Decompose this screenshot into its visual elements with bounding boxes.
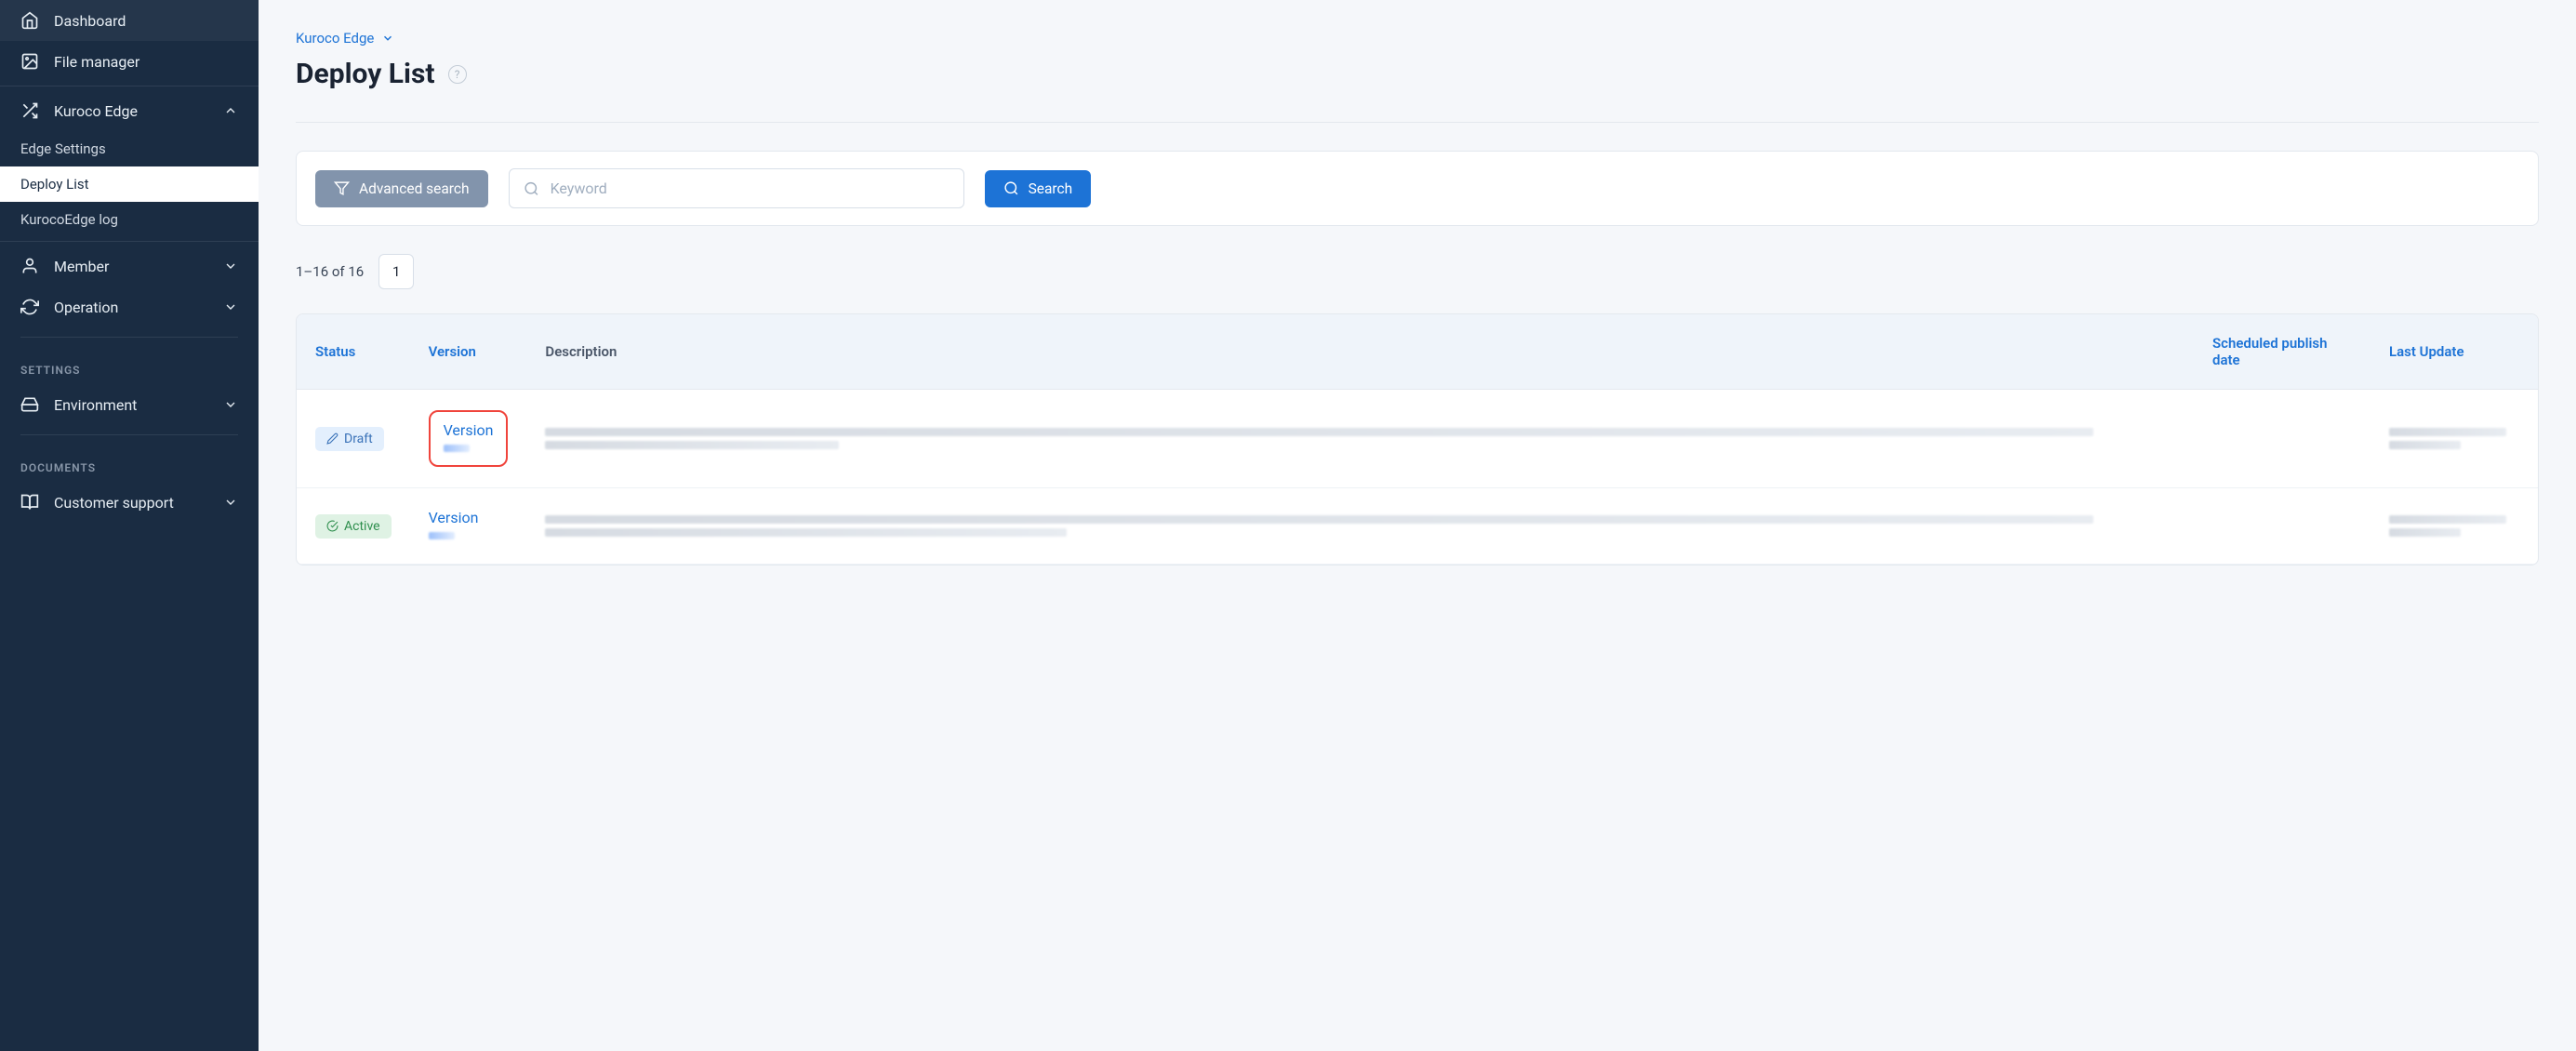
last-update-cell <box>2370 488 2538 565</box>
breadcrumb[interactable]: Kuroco Edge <box>296 30 2539 47</box>
chevron-up-icon <box>223 103 238 118</box>
home-icon <box>20 11 39 30</box>
table-row: Draft Version <box>297 390 2538 488</box>
scheduled-cell <box>2194 390 2370 488</box>
keyword-input[interactable] <box>509 168 964 208</box>
sidebar-item-member[interactable]: Member <box>0 246 259 286</box>
redacted <box>545 515 2093 524</box>
col-version[interactable]: Version <box>410 314 527 390</box>
button-label: Advanced search <box>359 180 470 197</box>
sidebar-subitem-deploy-list[interactable]: Deploy List <box>0 166 259 202</box>
sidebar-heading-documents: DOCUMENTS <box>0 445 259 482</box>
breadcrumb-label: Kuroco Edge <box>296 30 374 47</box>
drive-icon <box>20 395 39 414</box>
sidebar-item-kuroco-edge[interactable]: Kuroco Edge <box>0 90 259 131</box>
col-description: Description <box>526 314 2194 390</box>
divider <box>0 241 259 242</box>
col-last-update[interactable]: Last Update <box>2370 314 2538 390</box>
divider <box>296 122 2539 123</box>
search-panel: Advanced search Search <box>296 151 2539 226</box>
button-label: Search <box>1029 180 1073 197</box>
last-update-cell <box>2370 390 2538 488</box>
sidebar: Dashboard File manager Kuroco Edge Edge … <box>0 0 259 1051</box>
pagination: 1–16 of 16 1 <box>296 254 2539 289</box>
col-scheduled[interactable]: Scheduled publish date <box>2194 314 2370 390</box>
redacted <box>545 528 1067 537</box>
redacted <box>545 428 2093 436</box>
redacted <box>2389 528 2461 537</box>
page-title: Deploy List <box>296 58 435 90</box>
chevron-down-icon <box>223 495 238 510</box>
sidebar-subitem-edge-settings[interactable]: Edge Settings <box>0 131 259 166</box>
sidebar-item-operation[interactable]: Operation <box>0 286 259 327</box>
search-icon <box>1003 180 1019 196</box>
search-icon <box>524 180 539 196</box>
badge-label: Active <box>344 519 380 534</box>
chevron-down-icon <box>223 397 238 412</box>
description-cell <box>526 390 2194 488</box>
sidebar-heading-settings: SETTINGS <box>0 347 259 384</box>
sidebar-item-file-manager[interactable]: File manager <box>0 41 259 82</box>
sidebar-item-dashboard[interactable]: Dashboard <box>0 0 259 41</box>
pagination-range: 1–16 of 16 <box>296 263 364 280</box>
page-title-row: Deploy List ? <box>296 58 2539 90</box>
pencil-icon <box>326 432 339 445</box>
sidebar-item-environment[interactable]: Environment <box>0 384 259 425</box>
image-icon <box>20 52 39 71</box>
filter-icon <box>334 180 350 196</box>
redacted <box>429 532 455 539</box>
redacted <box>2389 515 2506 524</box>
chevron-down-icon <box>223 299 238 314</box>
col-status[interactable]: Status <box>297 314 410 390</box>
sidebar-item-label: Customer support <box>54 494 174 512</box>
deploy-table: Status Version Description Scheduled pub… <box>296 313 2539 565</box>
help-icon[interactable]: ? <box>448 65 467 84</box>
sidebar-item-label: File manager <box>54 53 139 71</box>
redacted <box>545 441 838 449</box>
status-badge: Draft <box>315 427 384 451</box>
version-link[interactable]: Version <box>444 421 494 439</box>
shuffle-icon <box>20 101 39 120</box>
search-button[interactable]: Search <box>985 170 1092 207</box>
sidebar-item-label: Environment <box>54 396 137 414</box>
sidebar-item-label: Member <box>54 258 109 275</box>
divider <box>20 434 238 435</box>
redacted <box>2389 441 2461 449</box>
redacted <box>2389 428 2506 436</box>
status-badge: Active <box>315 514 392 539</box>
version-cell-highlight: Version <box>429 410 509 467</box>
sidebar-subitem-kuroco-log[interactable]: KurocoEdge log <box>0 202 259 237</box>
sidebar-item-label: Dashboard <box>54 12 126 30</box>
description-cell <box>526 488 2194 565</box>
chevron-down-icon <box>223 259 238 273</box>
table-row: Active Version <box>297 488 2538 565</box>
redacted <box>444 445 470 452</box>
sidebar-item-customer-support[interactable]: Customer support <box>0 482 259 523</box>
book-icon <box>20 493 39 512</box>
badge-label: Draft <box>344 432 373 446</box>
sidebar-item-label: Operation <box>54 299 118 316</box>
main-content: Kuroco Edge Deploy List ? Advanced searc… <box>259 0 2576 1051</box>
version-link[interactable]: Version <box>429 509 509 526</box>
chevron-down-icon <box>381 32 394 45</box>
user-icon <box>20 257 39 275</box>
sidebar-item-label: Kuroco Edge <box>54 102 138 120</box>
scheduled-cell <box>2194 488 2370 565</box>
page-number[interactable]: 1 <box>378 254 414 289</box>
refresh-icon <box>20 298 39 316</box>
divider <box>20 337 238 338</box>
search-input-wrap <box>509 168 964 208</box>
check-circle-icon <box>326 520 339 532</box>
advanced-search-button[interactable]: Advanced search <box>315 170 488 207</box>
